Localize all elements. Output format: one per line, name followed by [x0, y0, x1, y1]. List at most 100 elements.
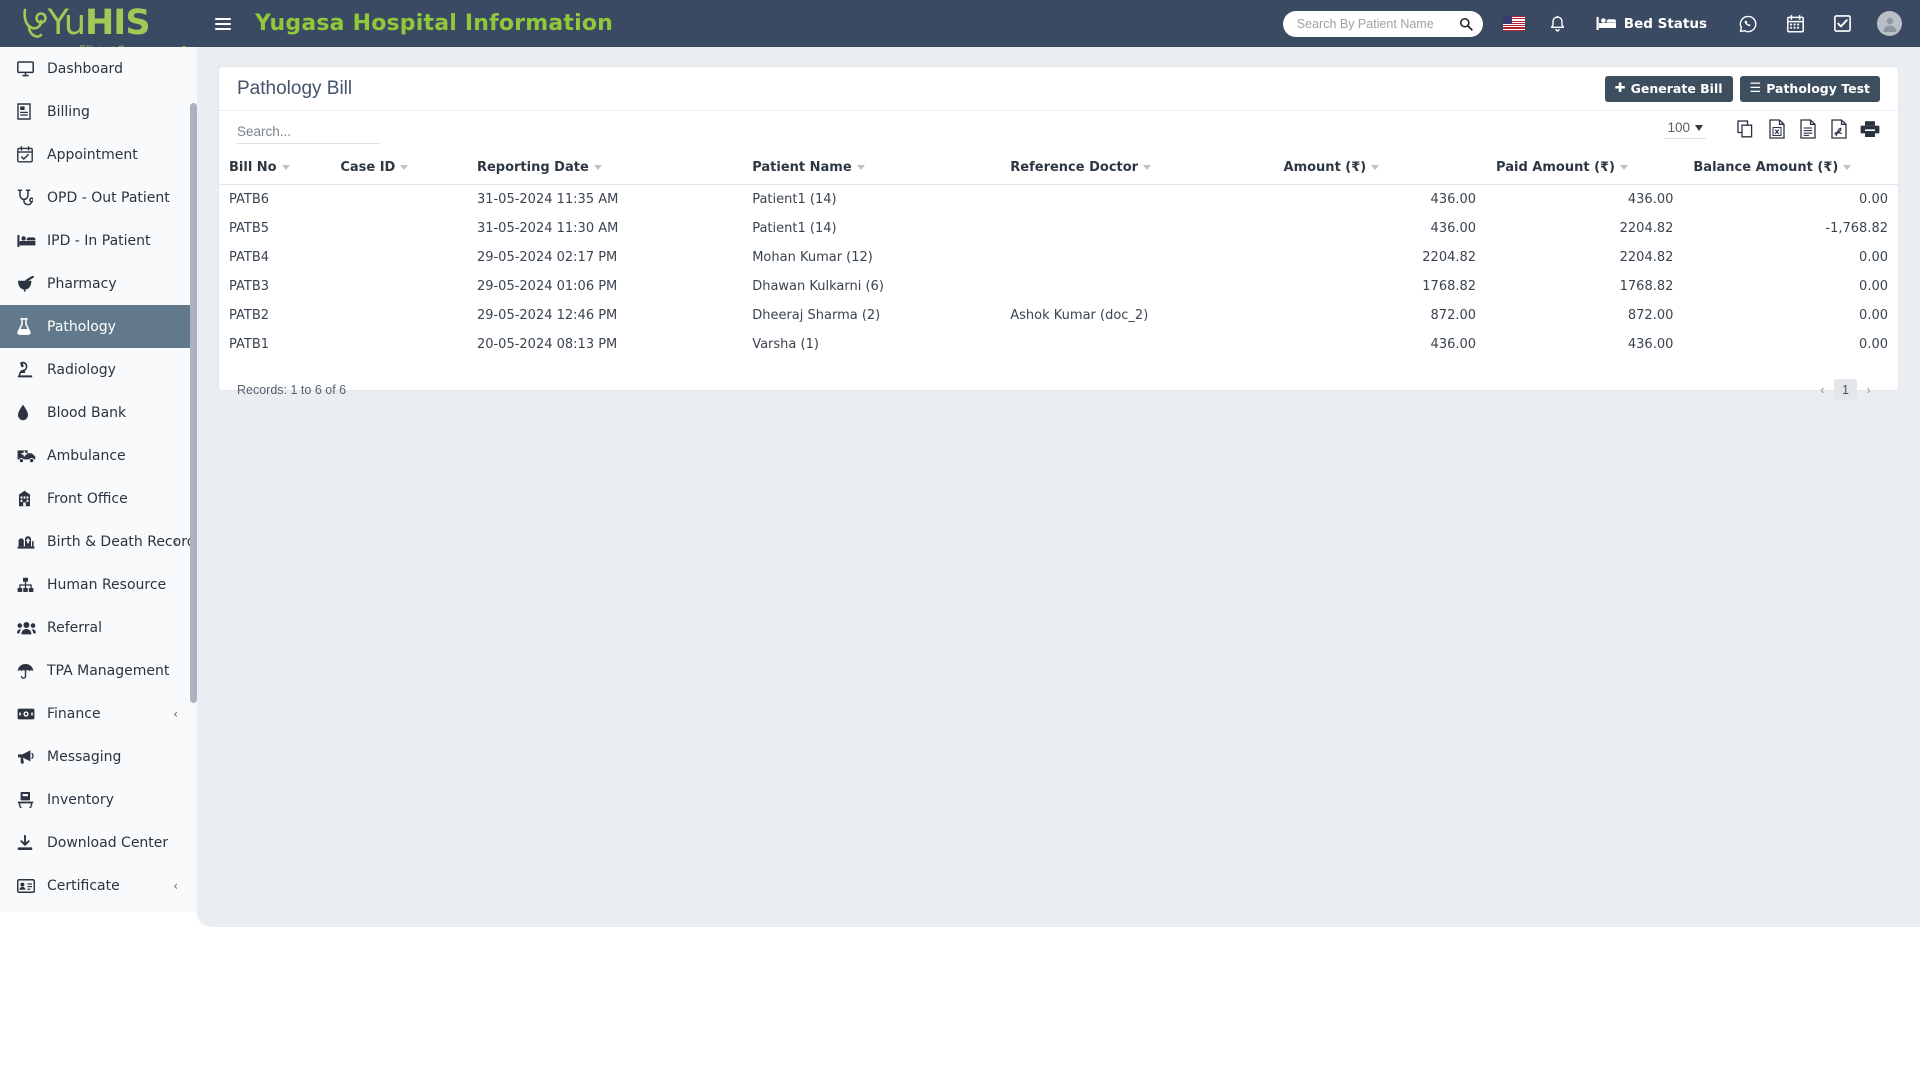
sidebar-item-blood-bank[interactable]: Blood Bank [0, 391, 197, 434]
csv-icon[interactable] [1798, 118, 1818, 140]
brand-logo[interactable]: YuHIS Efficient Care [0, 0, 197, 54]
sidebar-item-download-center[interactable]: Download Center [0, 821, 197, 864]
search-input[interactable] [237, 120, 380, 144]
calendar-icon[interactable] [1787, 14, 1804, 33]
bell-icon[interactable] [1549, 15, 1566, 33]
sidebar-item-dashboard[interactable]: Dashboard [0, 47, 197, 90]
sort-caret-icon[interactable] [1620, 165, 1629, 170]
cell-case-id [330, 243, 467, 272]
cell-case-id [330, 214, 467, 243]
sort-caret-icon[interactable] [1843, 165, 1852, 170]
column-header-case-id[interactable]: Case ID [330, 153, 467, 185]
table-row[interactable]: PATB5 31-05-2024 11:30 AM Patient1 (14) 436… [219, 214, 1898, 243]
cell-bill-no: PATB5 [229, 221, 270, 236]
pathology-test-button[interactable]: ☰ Pathology Test [1739, 75, 1880, 102]
sidebar-item-radiology[interactable]: Radiology [0, 348, 197, 391]
sidebar-item-messaging[interactable]: Messaging [0, 735, 197, 778]
sidebar-item-label: Ambulance [47, 447, 126, 464]
sidebar-item-billing[interactable]: Billing [0, 90, 197, 133]
table-head: Bill No Case ID Reporting Date Patient Name… [219, 153, 1898, 185]
whatsapp-icon[interactable] [1739, 15, 1757, 33]
cell-reporting-date: 29-05-2024 02:17 PM [476, 250, 618, 265]
table-footer: Records: 1 to 6 of 6 ‹ 1 › [219, 369, 1898, 400]
table-row[interactable]: PATB1 20-05-2024 08:13 PM Varsha (1) 436.00… [219, 330, 1898, 359]
column-header-reporting-date[interactable]: Reporting Date [466, 153, 743, 185]
sidebar-item-list: Dashboard Billing Appointment OPD - Out Pat… [0, 47, 197, 907]
pagination-page-1[interactable]: 1 [1834, 379, 1857, 400]
sort-caret-icon[interactable] [281, 165, 290, 170]
table-row[interactable]: PATB6 31-05-2024 11:35 AM Patient1 (14) 436… [219, 185, 1898, 215]
search-icon[interactable] [1459, 17, 1473, 31]
bed-status-button[interactable]: Bed Status [1596, 16, 1707, 32]
patient-search-input[interactable] [1296, 16, 1459, 31]
cell-balance-amount: 0.00 [1859, 250, 1888, 265]
sidebar-item-referral[interactable]: Referral [0, 606, 197, 649]
toolbar-right-group: 100 x [1664, 118, 1880, 140]
table-row[interactable]: PATB2 29-05-2024 12:46 PM Dheeraj Sharma (… [219, 301, 1898, 330]
print-icon[interactable] [1860, 118, 1880, 140]
table-toolbar: 100 x [219, 111, 1898, 153]
pdf-icon[interactable] [1829, 118, 1849, 140]
sidebar-scrollbar[interactable] [190, 103, 197, 703]
top-navbar: YuHIS Efficient Care Yugasa Hospital Inf… [0, 0, 1920, 54]
column-header-amount[interactable]: Amount (₹) [1273, 153, 1487, 185]
sidebar-item-appointment[interactable]: Appointment [0, 133, 197, 176]
user-avatar[interactable] [1877, 11, 1902, 36]
bed-status-label: Bed Status [1623, 15, 1707, 32]
sidebar-item-pharmacy[interactable]: Pharmacy [0, 262, 197, 305]
sidebar-item-inventory[interactable]: Inventory [0, 778, 197, 821]
app-title: Yugasa Hospital Information [255, 11, 614, 36]
copy-icon[interactable] [1736, 118, 1756, 140]
sort-caret-icon[interactable] [856, 165, 865, 170]
megaphone-icon [17, 749, 39, 764]
column-header-reference-doctor[interactable]: Reference Doctor [1000, 153, 1274, 185]
sidebar-item-label: Human Resource [47, 576, 167, 593]
column-header-balance-amount[interactable]: Balance Amount (₹) [1683, 153, 1898, 185]
sidebar-item-ipd-in-patient[interactable]: IPD - In Patient [0, 219, 197, 262]
column-header-label: Paid Amount (₹) [1496, 160, 1616, 175]
sort-caret-icon[interactable] [400, 165, 409, 170]
us-flag-icon[interactable] [1502, 16, 1525, 31]
sidebar-item-front-office[interactable]: Front Office [0, 477, 197, 520]
column-header-patient-name[interactable]: Patient Name [742, 153, 1001, 185]
sidebar-item-tpa-management[interactable]: TPA Management [0, 649, 197, 692]
cell-case-id [330, 185, 467, 215]
sidebar-item-certificate[interactable]: Certificate ‹ [0, 864, 197, 907]
table-search[interactable] [237, 120, 380, 144]
cell-paid-amount: 436.00 [1627, 192, 1674, 207]
sidebar-item-opd-out-patient[interactable]: OPD - Out Patient [0, 176, 197, 219]
cell-balance-amount: 0.00 [1859, 279, 1888, 294]
pagination-prev[interactable]: ‹ [1811, 379, 1834, 400]
cell-case-id [330, 301, 467, 330]
page-length-select[interactable]: 100 [1664, 119, 1706, 139]
sidebar-toggle-button[interactable] [215, 13, 237, 35]
card-header: Pathology Bill ✚ Generate Bill ☰ Patholo… [219, 67, 1898, 111]
generate-bill-button[interactable]: ✚ Generate Bill [1604, 75, 1733, 102]
sort-caret-icon[interactable] [593, 165, 602, 170]
cell-paid-amount: 2204.82 [1619, 221, 1674, 236]
patient-search-box[interactable] [1282, 10, 1483, 37]
sidebar-item-label: Inventory [47, 791, 114, 808]
sidebar-item-birth-death-record[interactable]: Birth & Death Record ‹ [0, 520, 197, 563]
sidebar-item-ambulance[interactable]: Ambulance [0, 434, 197, 477]
table-row[interactable]: PATB4 29-05-2024 02:17 PM Mohan Kumar (12)… [219, 243, 1898, 272]
sidebar-item-pathology[interactable]: Pathology [0, 305, 197, 348]
stethoscope-icon [17, 189, 39, 206]
desktop-icon [17, 60, 39, 77]
topbar-actions: Bed Status [1282, 0, 1920, 47]
sort-caret-icon[interactable] [1371, 165, 1380, 170]
sidebar-item-label: Billing [47, 103, 90, 120]
cell-reporting-date: 20-05-2024 08:13 PM [476, 337, 618, 352]
sort-caret-icon[interactable] [1143, 165, 1152, 170]
sidebar-item-finance[interactable]: Finance ‹ [0, 692, 197, 735]
pagination-next[interactable]: › [1857, 379, 1880, 400]
list-icon: ☰ [1749, 81, 1762, 96]
column-header-bill-no[interactable]: Bill No [219, 153, 331, 185]
sidebar-item-human-resource[interactable]: Human Resource [0, 563, 197, 606]
umbrella-icon [17, 663, 39, 679]
table-row[interactable]: PATB3 29-05-2024 01:06 PM Dhawan Kulkarni … [219, 272, 1898, 301]
check-square-icon[interactable] [1834, 15, 1851, 32]
column-header-paid-amount[interactable]: Paid Amount (₹) [1486, 153, 1684, 185]
pathology-bill-card: Pathology Bill ✚ Generate Bill ☰ Patholo… [218, 66, 1899, 400]
excel-icon[interactable]: x [1767, 118, 1787, 140]
